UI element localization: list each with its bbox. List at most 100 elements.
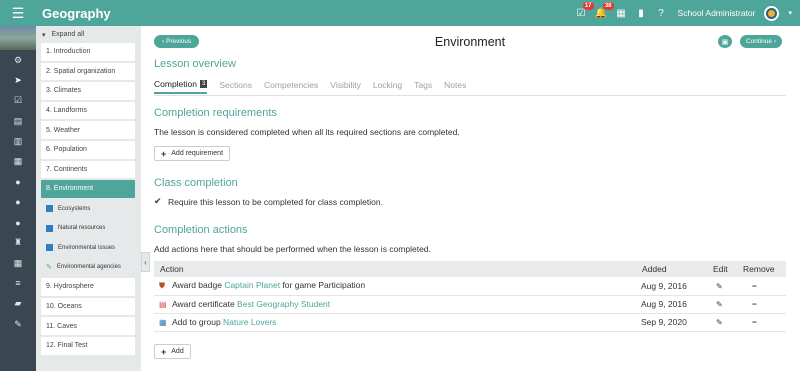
section-label: Natural resources [58, 225, 106, 232]
save-icon: ▣ [721, 38, 729, 46]
lesson-item[interactable]: 1. Introduction [41, 43, 135, 61]
previous-label: Previous [165, 38, 192, 45]
remove-cell: − [737, 277, 786, 296]
lesson-item[interactable]: 10. Oceans [41, 297, 135, 316]
lesson-item[interactable]: 3. Climates [41, 82, 135, 100]
lesson-item[interactable]: 5. Weather [41, 121, 135, 139]
trophy-icon[interactable]: ♜ [0, 233, 36, 253]
lesson-item[interactable]: 4. Landforms [41, 101, 135, 120]
avatar-image [766, 7, 778, 19]
check-icon[interactable]: ✔ [154, 196, 164, 207]
tab-completion[interactable]: Completion 3 [154, 79, 208, 94]
grid-icon[interactable]: ▦ [0, 253, 36, 273]
tasks-icon[interactable]: ☑ 17 [576, 1, 594, 19]
added-cell: Aug 9, 2016 [636, 277, 707, 296]
help-icon[interactable]: ? [656, 8, 667, 19]
tab-label: Completion [154, 79, 197, 89]
added-cell: Sep 9, 2020 [636, 313, 707, 332]
remove-icon[interactable]: − [742, 281, 757, 291]
continue-label: Continue [746, 38, 773, 45]
column-header-action: Action [154, 261, 636, 277]
location-arrow-icon[interactable]: ➤ [0, 70, 36, 90]
chat-icon[interactable]: ▰ [0, 294, 36, 314]
lesson-item[interactable]: 9. Hydrosphere [41, 278, 135, 296]
bar-chart-icon[interactable]: ▥ [0, 131, 36, 151]
add-requirement-button[interactable]: + Add requirement [154, 146, 231, 161]
page-title: Environment [434, 35, 506, 49]
action-prefix: Add to group [172, 317, 224, 327]
tab-competencies[interactable]: Competencies [264, 79, 318, 94]
section-item[interactable]: ✎ Environmental agencies [41, 258, 135, 277]
chevron-left-icon: ‹ [144, 257, 147, 267]
lesson-item[interactable]: 7. Continents [41, 160, 135, 179]
user-icon[interactable]: ● [0, 172, 36, 192]
section-item[interactable]: Ecosystems [41, 199, 135, 218]
lesson-item-active[interactable]: 8. Environment [41, 180, 135, 198]
topbar-actions: ☑ 17 🔔 38 ▦ ▮ ? School Administrator ▾ [576, 0, 792, 26]
expand-all-toggle[interactable]: ▾ Expand all [36, 26, 141, 43]
person-icon[interactable]: ● [0, 212, 36, 232]
continue-button[interactable]: Continue › [740, 35, 783, 48]
user-group-icon[interactable]: ● [0, 192, 36, 212]
remove-cell: − [737, 295, 786, 314]
group-icon: ▦ [159, 318, 167, 327]
add-action-button[interactable]: + Add [154, 344, 191, 359]
section-label: Environmental agencies [56, 264, 121, 271]
save-button[interactable]: ▣ [718, 35, 732, 48]
messages-badge: 38 [602, 1, 614, 10]
lesson-item[interactable]: 12. Final Test [41, 336, 135, 355]
remove-icon[interactable]: − [742, 317, 757, 327]
badge-icon: ⛊ [159, 281, 165, 291]
edit-cell: ✎ [707, 295, 737, 314]
calendar-icon[interactable]: ▦ [616, 8, 627, 19]
document-icon [46, 244, 53, 252]
section-item[interactable]: Natural resources [41, 219, 135, 237]
app-title[interactable]: Geography [42, 6, 111, 21]
tab-count-badge: 3 [200, 80, 208, 88]
lesson-overview-heading: Lesson overview [154, 58, 236, 70]
tab-notes[interactable]: Notes [444, 79, 466, 94]
tab-tags[interactable]: Tags [414, 79, 432, 94]
delete-icon[interactable]: ▮ [636, 8, 647, 19]
checklist-icon[interactable]: ☑ [0, 91, 36, 111]
chevron-down-icon: ▾ [42, 31, 46, 39]
pencil-icon[interactable]: ✎ [712, 318, 723, 327]
list-icon[interactable]: ≡ [0, 273, 36, 293]
tabs-divider [154, 95, 786, 96]
section-item[interactable]: Environmental issues [41, 238, 135, 257]
class-completion-checkbox[interactable]: ✔ Require this lesson to be completed fo… [154, 196, 383, 207]
action-link[interactable]: Best Geography Student [237, 299, 330, 309]
pencil-icon[interactable]: ✎ [712, 282, 723, 291]
previous-button[interactable]: ‹ Previous [154, 35, 200, 48]
table-header-row: Action Added Edit Remove [154, 261, 786, 277]
tab-visibility[interactable]: Visibility [330, 79, 361, 94]
action-prefix: Award badge [172, 280, 225, 291]
calendar-icon[interactable]: ▦ [0, 151, 36, 171]
bell-icon[interactable]: 🔔 38 [595, 1, 614, 19]
completion-actions-text: Add actions here that should be performe… [154, 244, 431, 254]
pencil-icon[interactable]: ✎ [712, 300, 723, 309]
column-header-added: Added [636, 261, 707, 277]
class-completion-heading: Class completion [154, 177, 238, 189]
tab-sections[interactable]: Sections [219, 79, 252, 94]
remove-icon[interactable]: − [742, 299, 757, 309]
avatar[interactable] [764, 5, 780, 21]
leaf-icon: ✎ [46, 264, 52, 272]
tab-locking[interactable]: Locking [373, 79, 402, 94]
course-thumbnail[interactable] [0, 26, 36, 50]
edit-cell: ✎ [707, 277, 737, 296]
chevron-down-icon[interactable]: ▾ [788, 9, 792, 17]
lesson-item[interactable]: 11. Caves [41, 317, 135, 335]
added-cell: Aug 9, 2016 [636, 295, 707, 314]
lesson-item[interactable]: 2. Spatial organization [41, 62, 135, 81]
grade-table-icon[interactable]: ▤ [0, 111, 36, 131]
lesson-item[interactable]: 6. Population [41, 140, 135, 159]
user-name[interactable]: School Administrator [678, 8, 756, 18]
action-link[interactable]: Nature Lovers [223, 317, 276, 327]
gear-icon[interactable]: ⚙ [0, 50, 36, 70]
action-link[interactable]: Captain Planet [224, 280, 280, 290]
edit-icon[interactable]: ✎ [0, 314, 36, 334]
collapse-sidebar-handle[interactable]: ‹ [141, 252, 150, 272]
table-row: ⛊ Award badge Captain Planet for game Par… [154, 277, 786, 296]
hamburger-menu-icon[interactable]: ☰ [0, 0, 36, 26]
